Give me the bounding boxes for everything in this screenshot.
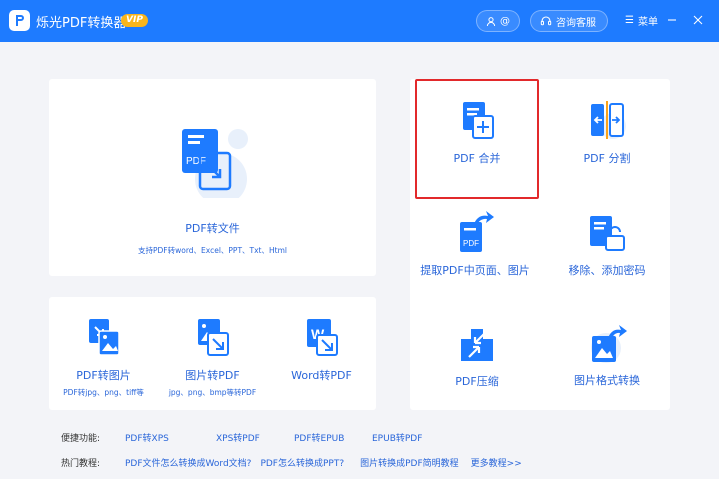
hot-tutorials-label: 热门教程: (61, 459, 101, 469)
pdf-to-image-sub: PDF转jpg、png、tiff等 (63, 388, 144, 397)
image-to-pdf-sub: jpg、png、bmp等转PDF (168, 388, 257, 397)
close-button[interactable] (690, 12, 706, 28)
tutorial-link[interactable]: PDF文件怎么转换成Word文档? (125, 456, 251, 469)
selection-highlight (415, 79, 539, 199)
pdf-to-file-card[interactable]: PDF PDF转文件 支持PDF转word、Excel、PPT、Txt、Html (49, 79, 376, 276)
extract-pdf-icon: PDF (460, 211, 494, 252)
extract-pdf-tile[interactable]: PDF 提取PDF中页面、图片 (410, 210, 540, 278)
image-convert-icon (591, 325, 627, 363)
word-to-pdf-tile[interactable]: W Word转PDF (267, 317, 376, 383)
account-button[interactable]: @ (476, 10, 520, 32)
word-to-pdf-label: Word转PDF (291, 369, 352, 382)
image-tools-card: PDF转图片 PDF转jpg、png、tiff等 图片转PDF jpg、png、… (49, 297, 376, 410)
hot-tutorials-row: 热门教程: PDF文件怎么转换成Word文档? PDF怎么转换成PPT? 图片转… (61, 456, 534, 469)
pdf-compress-tile[interactable]: PDF压缩 (415, 325, 539, 389)
account-label: @ (500, 15, 510, 27)
close-icon (693, 15, 703, 25)
password-tile[interactable]: 移除、添加密码 (545, 212, 669, 278)
pdf-to-image-tile[interactable]: PDF转图片 PDF转jpg、png、tiff等 (49, 317, 158, 398)
image-to-pdf-icon (197, 319, 229, 356)
headset-icon (540, 16, 552, 26)
pdf-to-file-tile[interactable]: PDF转文件 支持PDF转word、Excel、PPT、Txt、Html (49, 220, 376, 256)
pdf-compress-label: PDF压缩 (455, 375, 499, 388)
menu-button[interactable]: ☰ 菜单 (625, 13, 658, 28)
quick-link[interactable]: PDF转XPS (125, 431, 189, 444)
support-label: 咨询客服 (556, 17, 596, 29)
pdf-to-image-label: PDF转图片 (76, 369, 131, 382)
quick-link[interactable]: EPUB转PDF (372, 431, 422, 444)
compress-pdf-icon (461, 329, 493, 361)
minimize-icon (668, 19, 676, 21)
pdf-split-tile[interactable]: PDF 分割 (545, 100, 669, 166)
quick-functions-row: 便捷功能: PDF转XPS XPS转PDF PDF转EPUB EPUB转PDF (61, 431, 434, 444)
svg-text:PDF: PDF (463, 239, 479, 248)
pdf-to-file-icon: PDF (176, 123, 250, 205)
quick-link[interactable]: PDF转EPUB (294, 431, 360, 444)
title-bar: 烁光PDF转换器 VIP @ 咨询客服 ☰ 菜单 (0, 0, 719, 42)
pdf-to-image-icon (88, 319, 120, 356)
password-label: 移除、添加密码 (568, 264, 646, 277)
more-tutorials-link[interactable]: 更多教程>> (471, 456, 522, 469)
menu-label: 菜单 (637, 17, 658, 28)
word-to-pdf-icon: W (306, 319, 338, 356)
minimize-button[interactable] (664, 12, 680, 28)
svg-text:PDF: PDF (186, 156, 206, 167)
app-logo-icon (9, 10, 30, 31)
image-convert-label: 图片格式转换 (574, 374, 640, 387)
tutorial-link[interactable]: PDF怎么转换成PPT? (260, 456, 344, 469)
image-to-pdf-label: 图片转PDF (185, 369, 240, 382)
app-title: 烁光PDF转换器 (36, 16, 127, 31)
image-to-pdf-tile[interactable]: 图片转PDF jpg、png、bmp等转PDF (158, 317, 267, 398)
vip-badge[interactable]: VIP (121, 14, 148, 27)
tutorial-link[interactable]: 图片转换成PDF简明教程 (360, 456, 459, 469)
image-convert-tile[interactable]: 图片格式转换 (545, 322, 669, 388)
user-icon (486, 16, 496, 26)
pdf-split-label: PDF 分割 (583, 152, 631, 165)
pdf-to-file-sub: 支持PDF转word、Excel、PPT、Txt、Html (138, 246, 287, 255)
quick-functions-label: 便捷功能: (61, 434, 101, 444)
password-icon (590, 216, 625, 251)
pdf-to-file-label: PDF转文件 (185, 222, 240, 235)
quick-link[interactable]: XPS转PDF (216, 431, 282, 444)
extract-pdf-label: 提取PDF中页面、图片 (420, 264, 530, 277)
hamburger-icon: ☰ (625, 15, 634, 26)
split-pdf-icon (591, 101, 626, 139)
support-button[interactable]: 咨询客服 (530, 10, 608, 32)
